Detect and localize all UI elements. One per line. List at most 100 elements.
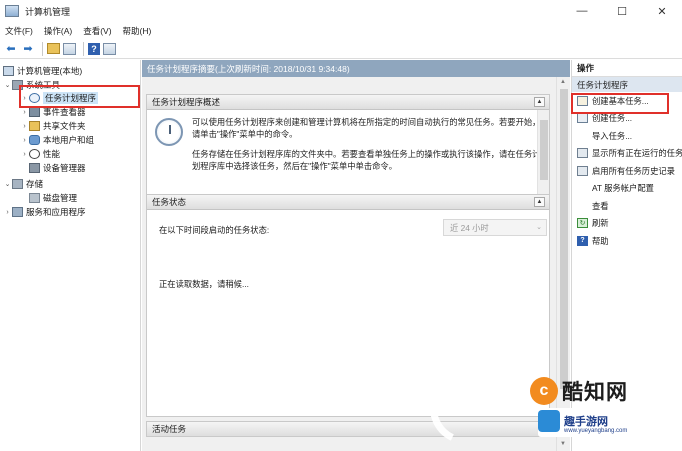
scrollbar-thumb[interactable] — [560, 89, 568, 389]
actions-header: 操作 — [572, 60, 682, 77]
history-icon — [577, 165, 588, 176]
tree-item-device-manager-label: 设备管理器 — [43, 163, 86, 173]
title-bar: 计算机管理 — ☐ ✕ — [0, 0, 682, 22]
action-help[interactable]: ? 帮助 — [572, 232, 682, 250]
window-controls: — ☐ ✕ — [562, 0, 682, 22]
refresh-icon: ↻ — [577, 218, 588, 229]
tree-item-device-manager[interactable]: 设备管理器 — [29, 161, 86, 175]
collapse-icon[interactable]: ▲ — [534, 97, 545, 107]
overview-scrollbar[interactable] — [537, 110, 549, 198]
expand-arrow-icon[interactable]: › — [20, 109, 29, 116]
services-icon — [12, 207, 23, 217]
minimize-button[interactable]: — — [562, 0, 602, 22]
computer-icon — [3, 66, 14, 76]
navigation-tree: 计算机管理(本地) ⌄ 系统工具 › 任务计划程序 › 事件查看器 › 共享文件… — [0, 60, 141, 451]
status-section: 任务状态 ▲ 在以下时间段启动的任务状态: 近 24 小时 ⌄ 正在读取数据，请… — [146, 194, 550, 417]
toolbar-separator — [83, 41, 84, 56]
tree-services-apps-label: 服务和应用程序 — [26, 207, 86, 217]
properties-icon[interactable] — [103, 42, 116, 55]
tree-item-disk-management-label: 磁盘管理 — [43, 193, 78, 203]
event-viewer-icon — [29, 107, 40, 117]
running-tasks-icon — [577, 148, 588, 159]
action-label: 刷新 — [592, 218, 609, 229]
action-enable-history[interactable]: 启用所有任务历史记录 — [572, 162, 682, 180]
main-scrollbar[interactable]: ▲ ▼ — [556, 77, 570, 451]
menu-help[interactable]: 帮助(H) — [123, 25, 152, 37]
device-manager-icon — [29, 163, 40, 173]
forward-arrow-icon[interactable]: ➡ — [21, 42, 35, 56]
menu-action[interactable]: 操作(A) — [44, 25, 72, 37]
storage-icon — [12, 179, 23, 189]
toolbar-separator — [42, 41, 43, 56]
tree-item-local-users-label: 本地用户和组 — [43, 135, 95, 145]
overview-section: 任务计划程序概述 ▲ 可以使用任务计划程序来创建和管理计算机将在所指定的时间自动… — [146, 94, 550, 199]
action-view[interactable]: 查看 — [572, 197, 682, 215]
toolbar: ⬅ ➡ ? — [0, 39, 682, 59]
action-import-task[interactable]: 导入任务... — [572, 127, 682, 145]
action-label: 创建任务... — [592, 113, 633, 124]
users-icon — [29, 135, 40, 145]
actions-subheader[interactable]: 任务计划程序 — [572, 77, 682, 92]
status-period-value: 近 24 小时 — [450, 222, 489, 233]
tree-storage[interactable]: ⌄ 存储 — [3, 177, 43, 191]
tree-item-disk-management[interactable]: 磁盘管理 — [29, 191, 77, 205]
highlight-box — [571, 93, 669, 114]
tree-root[interactable]: 计算机管理(本地) — [3, 64, 82, 78]
expand-arrow-icon[interactable]: › — [20, 151, 29, 158]
action-at-service-config[interactable]: AT 服务帐户配置 — [572, 180, 682, 198]
collapse-arrow-icon[interactable]: ⌄ — [3, 180, 12, 188]
shared-folder-icon — [29, 121, 40, 131]
overview-title: 任务计划程序概述 — [152, 97, 221, 107]
actions-pane: 操作 任务计划程序 创建基本任务... 创建任务... 导入任务... 显示所有… — [571, 60, 682, 451]
scrollbar-thumb[interactable] — [540, 120, 548, 180]
status-header[interactable]: 任务状态 ▲ — [147, 195, 549, 210]
overview-header[interactable]: 任务计划程序概述 ▲ — [147, 95, 549, 110]
disk-icon — [29, 193, 40, 203]
close-button[interactable]: ✕ — [642, 0, 682, 22]
expand-arrow-icon[interactable]: › — [20, 123, 29, 130]
summary-header: 任务计划程序摘要(上次刷新时间: 2018/10/31 9:34:48) — [142, 60, 570, 77]
loading-text: 正在读取数据，请稍候... — [159, 279, 249, 289]
action-label: 显示所有正在运行的任务 — [592, 148, 682, 159]
up-folder-icon[interactable] — [47, 43, 60, 54]
status-title: 任务状态 — [152, 197, 187, 207]
active-tasks-header[interactable]: 活动任务 — [146, 421, 550, 437]
status-body: 在以下时间段启动的任务状态: 近 24 小时 ⌄ 正在读取数据，请稍候... — [147, 210, 549, 416]
overview-body: 可以使用任务计划程序来创建和管理计算机将在所指定的时间自动执行的常见任务。若要开… — [147, 110, 549, 198]
status-period-select[interactable]: 近 24 小时 ⌄ — [443, 219, 547, 236]
tree-storage-label: 存储 — [26, 179, 44, 189]
help-icon[interactable]: ? — [88, 42, 100, 55]
menu-bar: 文件(F) 操作(A) 查看(V) 帮助(H) — [0, 22, 682, 39]
action-label: 查看 — [592, 200, 609, 211]
overview-paragraph-2: 任务存储在任务计划程序库的文件夹中。若要查看单独任务上的操作或执行该操作，请在任… — [192, 149, 541, 171]
action-show-running-tasks[interactable]: 显示所有正在运行的任务 — [572, 145, 682, 163]
scroll-up-icon[interactable]: ▲ — [560, 79, 566, 85]
show-hide-tree-icon[interactable] — [63, 42, 76, 55]
performance-icon — [29, 149, 40, 159]
collapse-icon[interactable]: ▲ — [534, 197, 545, 207]
collapse-arrow-icon[interactable]: ⌄ — [3, 81, 12, 89]
expand-arrow-icon[interactable]: › — [20, 137, 29, 144]
scroll-down-icon[interactable]: ▼ — [560, 441, 566, 447]
menu-file[interactable]: 文件(F) — [5, 25, 33, 37]
tree-item-performance[interactable]: › 性能 — [20, 147, 60, 161]
tree-item-local-users[interactable]: › 本地用户和组 — [20, 133, 94, 147]
tree-services-apps[interactable]: › 服务和应用程序 — [3, 205, 86, 219]
tree-root-label: 计算机管理(本地) — [17, 66, 83, 76]
menu-view[interactable]: 查看(V) — [83, 25, 111, 37]
task-scheduler-clock-icon — [155, 118, 183, 146]
action-label: 帮助 — [592, 235, 609, 246]
action-label: 导入任务... — [592, 130, 633, 141]
help-icon: ? — [577, 235, 588, 246]
status-period-label: 在以下时间段启动的任务状态: — [159, 225, 270, 235]
overview-paragraph-1: 可以使用任务计划程序来创建和管理计算机将在所指定的时间自动执行的常见任务。若要开… — [192, 117, 541, 139]
back-arrow-icon[interactable]: ⬅ — [4, 42, 18, 56]
tree-item-shared-folders[interactable]: › 共享文件夹 — [20, 119, 86, 133]
main-panel: 任务计划程序摘要(上次刷新时间: 2018/10/31 9:34:48) 任务计… — [142, 60, 570, 451]
action-refresh[interactable]: ↻ 刷新 — [572, 215, 682, 233]
active-tasks-title: 活动任务 — [152, 424, 187, 434]
computer-management-icon — [5, 5, 19, 17]
tree-item-shared-folders-label: 共享文件夹 — [43, 121, 86, 131]
expand-arrow-icon[interactable]: › — [3, 209, 12, 216]
maximize-button[interactable]: ☐ — [602, 0, 642, 22]
